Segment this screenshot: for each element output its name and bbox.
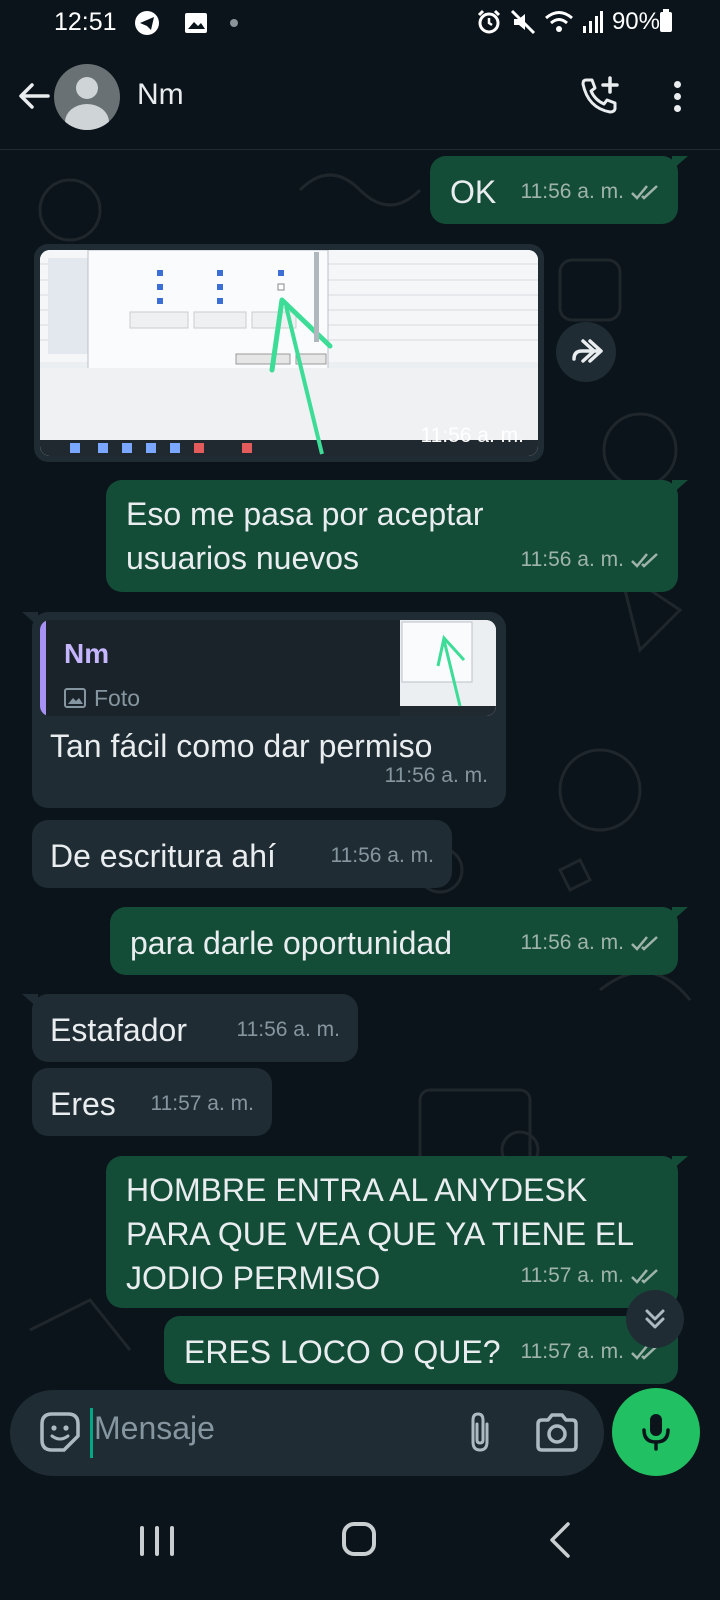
emoji-icon[interactable] <box>38 1410 82 1454</box>
message-input[interactable]: Mensaje <box>10 1390 604 1476</box>
message-time: 11:56 a. m. <box>236 1018 340 1041</box>
quote-thumbnail <box>400 620 496 716</box>
message-bubble-outgoing[interactable]: HOMBRE ENTRA AL ANYDESK PARA QUE VEA QUE… <box>106 1156 688 1308</box>
text-caret <box>90 1408 93 1458</box>
nav-back-icon[interactable] <box>548 1520 572 1560</box>
message-bubble-outgoing[interactable]: ERES LOCO O QUE? 11:57 a. m. <box>164 1316 678 1384</box>
back-arrow-icon[interactable] <box>14 76 54 116</box>
quote-accent-bar <box>40 620 46 716</box>
message-time: 11:57 a. m. <box>520 1340 624 1363</box>
image-message[interactable]: 11:56 a. m. <box>34 244 544 462</box>
message-bubble-incoming[interactable]: Estafador 11:56 a. m. <box>22 994 358 1062</box>
quoted-message[interactable]: Nm Foto <box>40 620 496 716</box>
message-time: 11:57 a. m. <box>150 1092 254 1115</box>
message-text: Estafador <box>50 1012 187 1048</box>
battery-percent: 90% <box>611 8 660 35</box>
message-bubble-outgoing[interactable]: para darle oportunidad 11:56 a. m. <box>110 907 688 975</box>
mic-icon <box>642 1414 670 1451</box>
alarm-icon <box>477 9 501 34</box>
message-text: Eso me pasa por aceptar usuarios nuevos <box>126 496 484 576</box>
camera-icon[interactable] <box>534 1410 580 1454</box>
scroll-down-icon <box>645 1309 665 1329</box>
message-time: 11:56 a. m. <box>520 931 624 954</box>
double-tick-icon <box>631 185 658 200</box>
signal-icon <box>582 11 603 33</box>
message-text: Eres <box>50 1086 116 1122</box>
message-time: 11:56 a. m. <box>330 844 434 867</box>
message-text: OK <box>450 174 497 210</box>
mic-button[interactable] <box>612 1388 700 1476</box>
message-text: Tan fácil como dar permiso <box>50 728 433 764</box>
contact-name[interactable]: Nm <box>137 78 184 112</box>
double-tick-icon <box>631 553 658 568</box>
message-placeholder[interactable]: Mensaje <box>94 1410 215 1447</box>
chat-header: Nm <box>0 46 720 150</box>
add-call-icon[interactable] <box>578 74 622 118</box>
forward-button[interactable] <box>556 322 616 382</box>
home-button[interactable] <box>342 1522 376 1556</box>
message-bubble-incoming[interactable]: Nm Foto Tan fácil como dar permiso 11:56… <box>22 612 506 808</box>
attach-icon[interactable] <box>460 1410 500 1454</box>
telegram-icon <box>135 11 159 35</box>
message-bubble-outgoing[interactable]: Eso me pasa por aceptar usuarios nuevos … <box>106 480 688 592</box>
notification-dot-icon <box>230 19 238 27</box>
avatar[interactable] <box>54 64 120 130</box>
status-time: 12:51 <box>54 8 117 36</box>
message-time: 11:56 a. m. <box>384 764 488 787</box>
battery-icon <box>660 9 672 32</box>
message-text: ERES LOCO O QUE? <box>184 1334 501 1370</box>
scroll-down-button[interactable] <box>626 1290 684 1348</box>
message-list[interactable]: OK 11:56 a. m. 11:56 a. m. Eso me pasa p… <box>0 150 720 1390</box>
message-time: 11:57 a. m. <box>520 1264 624 1287</box>
more-vert-icon[interactable] <box>662 76 692 120</box>
status-bar: 12:51 90% <box>0 0 720 46</box>
screenshot-image[interactable]: 11:56 a. m. <box>40 250 538 456</box>
double-tick-icon <box>631 936 658 951</box>
mute-icon <box>510 9 536 35</box>
quote-sender: Nm <box>64 638 110 669</box>
forward-icon <box>572 339 603 363</box>
double-tick-icon <box>631 1269 658 1284</box>
message-time: 11:56 a. m. <box>520 180 624 203</box>
gallery-icon <box>185 13 207 33</box>
system-nav-bar <box>0 1490 720 1600</box>
wifi-icon <box>544 11 573 32</box>
message-bubble-incoming[interactable]: Eres 11:57 a. m. <box>32 1068 272 1136</box>
recents-button[interactable] <box>140 1526 174 1556</box>
composer-bar: Mensaje <box>0 1388 720 1490</box>
message-time: 11:56 a. m. <box>520 548 624 571</box>
message-time: 11:56 a. m. <box>420 424 524 447</box>
message-text: De escritura ahí <box>50 838 276 874</box>
quote-type: Foto <box>64 676 140 716</box>
message-text: para darle oportunidad <box>130 925 453 961</box>
message-bubble-outgoing[interactable]: OK 11:56 a. m. <box>430 156 688 224</box>
message-bubble-incoming[interactable]: De escritura ahí 11:56 a. m. <box>32 820 452 888</box>
photo-icon <box>64 688 86 708</box>
